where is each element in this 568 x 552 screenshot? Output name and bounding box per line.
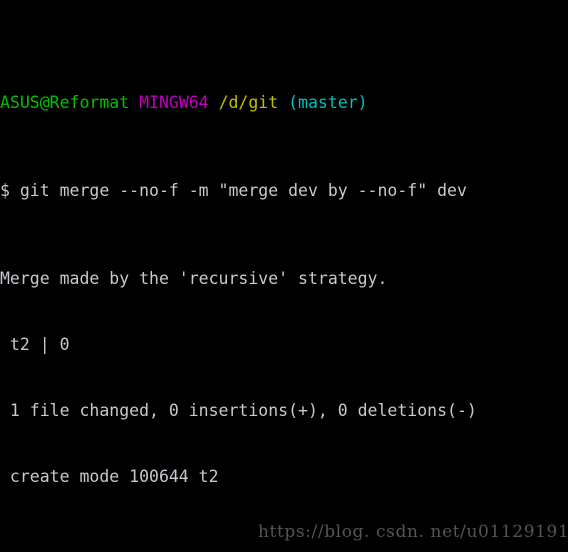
prompt-sigil: $ bbox=[0, 181, 20, 200]
prompt-path: /d/git bbox=[218, 93, 279, 112]
merge-output-line: t2 | 0 bbox=[0, 335, 70, 354]
prompt-line-1: ASUS@Reformat MINGW64 /d/git (master) bbox=[0, 92, 568, 114]
prompt-user-host: ASUS@Reformat bbox=[0, 93, 130, 112]
merge-output-line: Merge made by the 'recursive' strategy. bbox=[0, 269, 388, 288]
prompt-shell-name: MINGW64 bbox=[139, 93, 209, 112]
command-text-merge: git merge --no-f -m "merge dev by --no-f… bbox=[19, 181, 467, 200]
prompt-branch: (master) bbox=[288, 93, 368, 112]
merge-output-line: 1 file changed, 0 insertions(+), 0 delet… bbox=[0, 401, 477, 420]
watermark-url: https://blog. csdn. net/u011291916 bbox=[258, 522, 568, 542]
terminal-screen: ASUS@Reformat MINGW64 /d/git (master) $ … bbox=[0, 4, 568, 552]
command-line-merge[interactable]: $ git merge --no-f -m "merge dev by --no… bbox=[0, 180, 568, 202]
terminal-window[interactable]: ASUS@Reformat MINGW64 /d/git (master) $ … bbox=[0, 0, 568, 552]
merge-output-line: create mode 100644 t2 bbox=[0, 467, 219, 486]
